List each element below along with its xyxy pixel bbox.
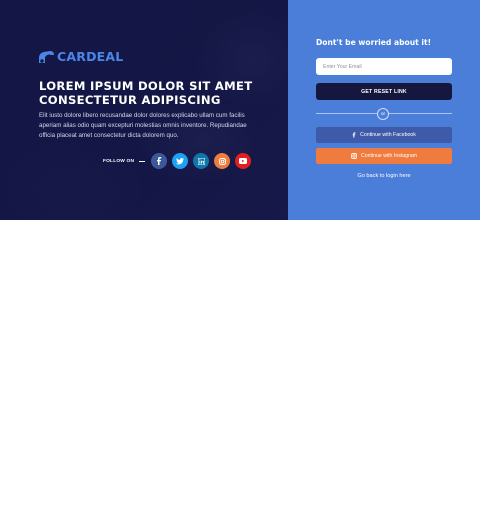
instagram-button-label: Continue with Instagram (361, 153, 417, 159)
instagram-icon (351, 153, 357, 159)
continue-with-facebook-button[interactable]: Continue with Facebook (316, 127, 452, 143)
instagram-icon (218, 157, 226, 165)
hero-description: Elit iusto dolore libero recusandae dolo… (39, 112, 247, 139)
brand-logo[interactable]: CARDEAL (38, 49, 123, 64)
facebook-link[interactable] (151, 153, 168, 169)
reset-form-title: Dont't be worried about it! (316, 38, 432, 47)
car-logo-icon (39, 50, 54, 63)
follow-on-bar: FOLLOW ON (103, 153, 252, 169)
social-links (151, 153, 252, 169)
youtube-icon (239, 158, 248, 164)
facebook-button-label: Continue with Facebook (360, 132, 416, 138)
facebook-icon (352, 132, 356, 138)
twitter-link[interactable] (172, 153, 189, 169)
twitter-icon (176, 157, 185, 164)
linkedin-icon (197, 157, 205, 165)
hero-section: CARDEAL LOREM IPSUM DOLOR SIT AMET CONSE… (0, 0, 480, 220)
continue-with-instagram-button[interactable]: Continue with Instagram (316, 148, 452, 164)
youtube-link[interactable] (235, 153, 252, 169)
background-overlay (0, 0, 288, 220)
hero-headline: LOREM IPSUM DOLOR SIT AMET CONSECTETUR A… (39, 79, 253, 107)
linkedin-link[interactable] (193, 153, 210, 169)
get-reset-link-button[interactable]: GET RESET LINK (316, 83, 452, 100)
facebook-icon (157, 157, 162, 165)
or-badge: or (377, 108, 389, 120)
back-to-login-link[interactable]: Go back to login here (316, 173, 452, 179)
email-input[interactable] (316, 58, 452, 75)
left-panel: CARDEAL LOREM IPSUM DOLOR SIT AMET CONSE… (0, 0, 288, 220)
brand-name: CARDEAL (57, 49, 124, 64)
follow-divider (139, 160, 146, 162)
instagram-link[interactable] (214, 153, 231, 169)
follow-label: FOLLOW ON (103, 158, 135, 164)
